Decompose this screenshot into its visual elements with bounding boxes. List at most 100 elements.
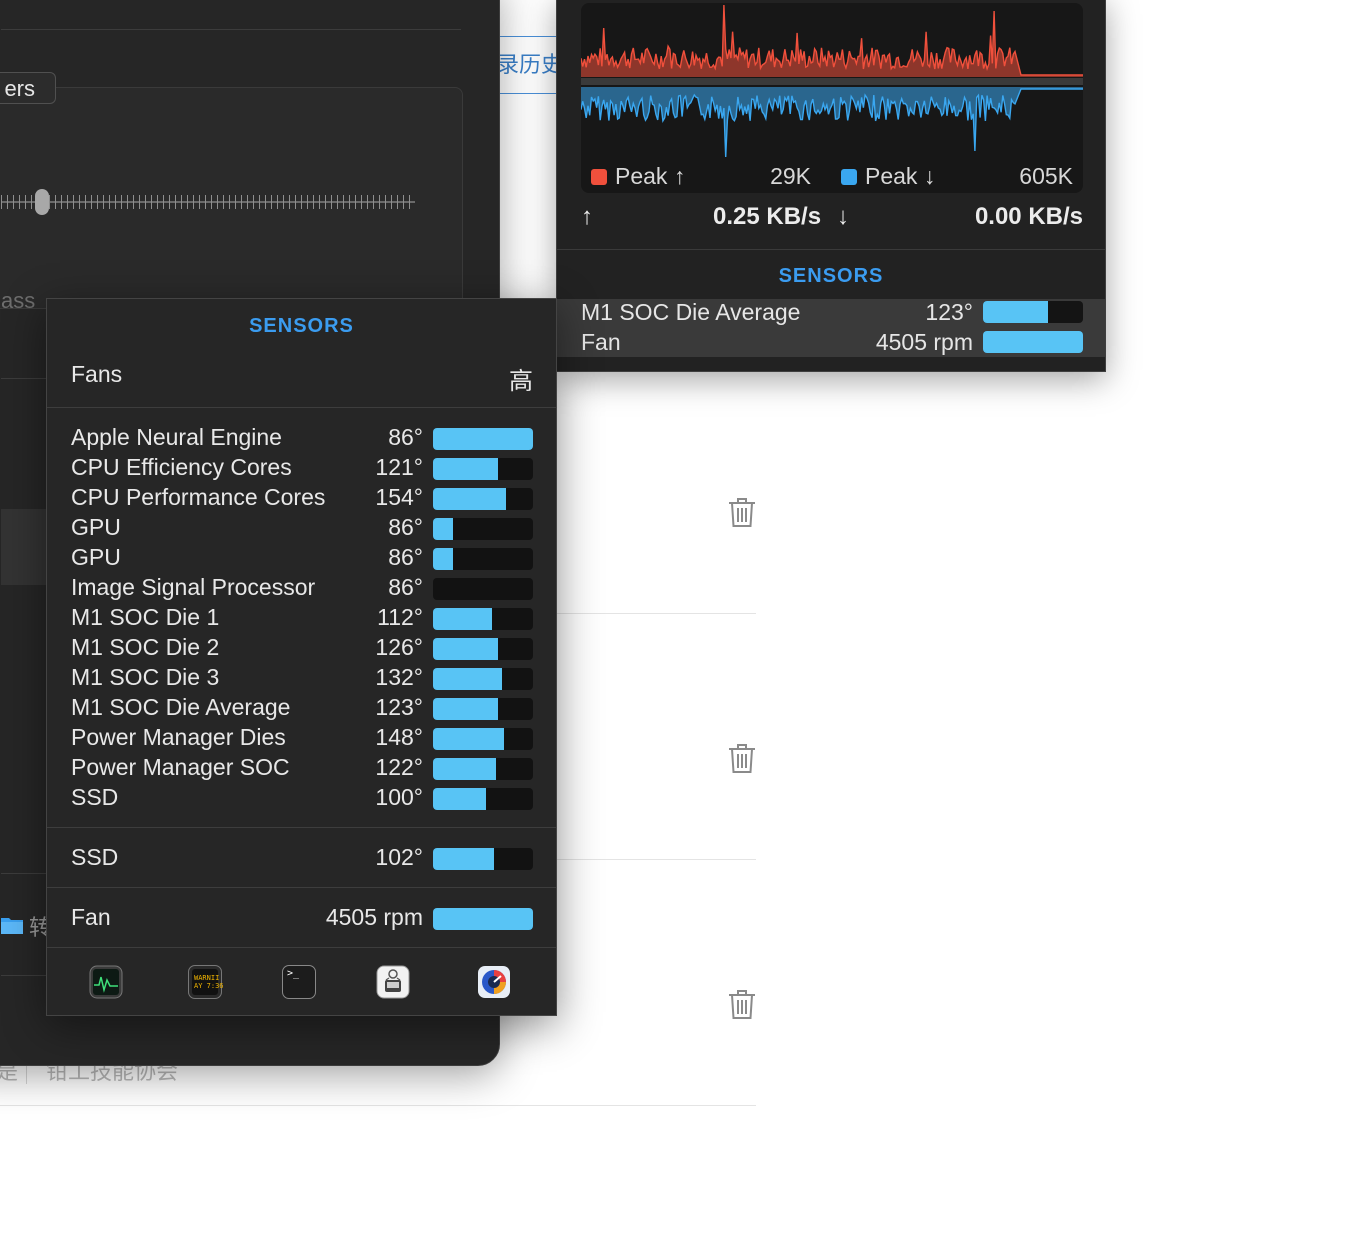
sensor-name: CPU Efficiency Cores xyxy=(71,454,292,480)
temperature-sensor-row[interactable]: Power Manager Dies 148° xyxy=(71,724,533,754)
download-peak-label: Peak ↓ xyxy=(865,163,936,189)
sensor-bar-fill xyxy=(433,758,496,780)
console-icon-text: WARNII xyxy=(194,974,220,982)
list-divider xyxy=(556,859,756,860)
temperature-sensor-row[interactable]: Apple Neural Engine 86° xyxy=(71,424,533,454)
sensor-summary: M1 SOC Die Average 123° Fan 4505 rpm xyxy=(557,299,1105,357)
slider-knob[interactable] xyxy=(35,189,49,215)
sensor-bar xyxy=(433,728,533,750)
sensor-value: 100° xyxy=(375,784,423,810)
download-legend-swatch xyxy=(841,169,857,185)
sensors-header: SENSORS xyxy=(778,265,884,287)
history-tab[interactable]: 录历史 xyxy=(494,36,558,94)
sensor-name: CPU Performance Cores xyxy=(71,484,326,510)
sensor-bar-fill xyxy=(983,331,1083,353)
sensor-name: Image Signal Processor xyxy=(71,574,316,600)
sensor-value: 123° xyxy=(375,694,423,720)
sensor-row[interactable]: Fan 4505 rpm xyxy=(581,329,1083,359)
segment-tab[interactable]: ers xyxy=(0,72,56,104)
sensor-bar xyxy=(433,668,533,690)
sensor-bar-fill xyxy=(433,428,533,450)
terminal-icon[interactable]: >_ xyxy=(282,965,316,999)
sensor-value: 86° xyxy=(388,514,423,540)
temperature-sensor-row[interactable]: Image Signal Processor 86° xyxy=(71,574,533,604)
sensor-bar xyxy=(433,638,533,660)
sensor-bar xyxy=(433,758,533,780)
sensor-name: Power Manager SOC xyxy=(71,754,290,780)
sensor-name: M1 SOC Die 2 xyxy=(71,634,220,660)
sensor-bar xyxy=(433,698,533,720)
sensor-bar xyxy=(433,848,533,870)
slider-ticks xyxy=(1,195,415,209)
sensor-bar xyxy=(433,908,533,930)
list-divider xyxy=(1,975,47,976)
list-divider xyxy=(1,873,47,874)
trash-icon[interactable] xyxy=(726,742,758,774)
fan-sensor-row[interactable]: Fan 4505 rpm xyxy=(71,904,533,934)
temperature-sensor-row[interactable]: Power Manager SOC 122° xyxy=(71,754,533,784)
istat-menus-icon[interactable] xyxy=(477,965,511,999)
download-peak-value: 605K xyxy=(1019,163,1073,189)
section-divider xyxy=(47,887,556,888)
temperature-sensor-row[interactable]: GPU 86° xyxy=(71,514,533,544)
sensor-name: Fan xyxy=(581,329,621,355)
trash-icon[interactable] xyxy=(726,988,758,1020)
drive-sensor-row[interactable]: SSD 102° xyxy=(71,844,533,874)
fans-mode[interactable]: 高 xyxy=(509,361,533,396)
console-icon[interactable]: WARNII AY 7:36 xyxy=(188,965,224,999)
sensor-row[interactable]: M1 SOC Die Average 123° xyxy=(581,299,1083,329)
sensor-value: 123° xyxy=(925,299,973,325)
sensor-value: 126° xyxy=(375,634,423,660)
upload-legend-swatch xyxy=(591,169,607,185)
sensor-name: Fan xyxy=(71,904,111,930)
temperature-sensor-row[interactable]: GPU 86° xyxy=(71,544,533,574)
temperature-sensor-row[interactable]: M1 SOC Die 3 132° xyxy=(71,664,533,694)
temperature-sensor-row[interactable]: CPU Performance Cores 154° xyxy=(71,484,533,514)
selected-row[interactable] xyxy=(1,509,47,585)
truncated-label: ass xyxy=(1,288,36,313)
temperature-sensor-row[interactable]: M1 SOC Die 1 112° xyxy=(71,604,533,634)
sensor-bar-fill xyxy=(433,788,486,810)
sensor-value: 4505 rpm xyxy=(325,904,423,930)
list-divider xyxy=(556,613,756,614)
download-speed: 0.00 KB/s xyxy=(974,203,1083,230)
sensor-bar-fill xyxy=(983,301,1048,323)
network-legend: Peak ↑ 29K Peak ↓ 605K xyxy=(591,163,1073,189)
section-divider xyxy=(47,407,556,408)
trash-icon[interactable] xyxy=(726,496,758,528)
activity-monitor-icon[interactable] xyxy=(89,965,123,999)
sensors-popup: SENSORS Fans 高 Apple Neural Engine 86° CPU… xyxy=(46,298,557,1016)
list-divider xyxy=(1,378,47,379)
folder-icon xyxy=(1,918,23,934)
system-information-icon[interactable] xyxy=(376,965,410,999)
sensor-name: Apple Neural Engine xyxy=(71,424,282,450)
sensor-bar-fill xyxy=(433,728,504,750)
sensor-name: M1 SOC Die Average xyxy=(71,694,291,720)
network-panel: Peak ↑ 29K Peak ↓ 605K ↑ 0.25 KB/s ↓ 0.0… xyxy=(556,0,1106,372)
section-divider xyxy=(47,947,556,948)
temperature-sensor-row[interactable]: M1 SOC Die 2 126° xyxy=(71,634,533,664)
sensor-bar xyxy=(983,301,1083,323)
temperature-sensor-row[interactable]: SSD 100° xyxy=(71,784,533,814)
panel-divider xyxy=(557,249,1105,250)
download-arrow-icon: ↓ xyxy=(837,203,849,230)
fans-row[interactable]: Fans 高 xyxy=(71,361,533,395)
sensor-value: 86° xyxy=(388,574,423,600)
sensor-bar-fill xyxy=(433,518,453,540)
temperature-sensor-row[interactable]: M1 SOC Die Average 123° xyxy=(71,694,533,724)
sensor-bar xyxy=(983,331,1083,353)
sensor-bar xyxy=(433,578,533,600)
sensor-bar xyxy=(433,428,533,450)
sensor-name: M1 SOC Die Average xyxy=(581,299,801,325)
console-icon-text: AY 7:36 xyxy=(194,982,224,990)
sensor-name: GPU xyxy=(71,544,121,570)
sensor-bar-fill xyxy=(433,548,453,570)
sensor-bar-fill xyxy=(433,488,506,510)
sensor-bar xyxy=(433,548,533,570)
sensor-bar xyxy=(433,608,533,630)
sensor-bar xyxy=(433,458,533,480)
upload-arrow-icon: ↑ xyxy=(581,203,593,230)
sensor-bar xyxy=(433,488,533,510)
sensor-name: M1 SOC Die 3 xyxy=(71,664,220,690)
temperature-sensor-row[interactable]: CPU Efficiency Cores 121° xyxy=(71,454,533,484)
